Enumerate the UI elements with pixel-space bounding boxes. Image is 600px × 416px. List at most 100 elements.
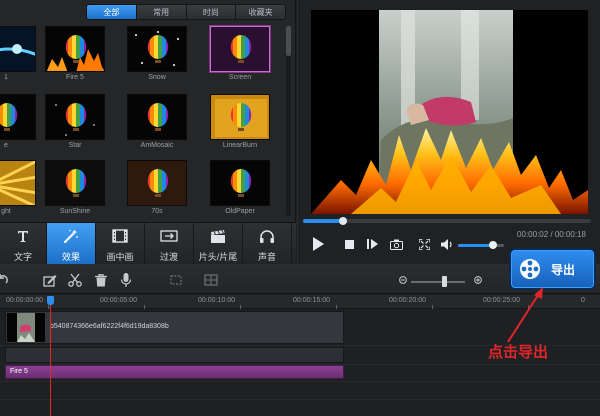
progress-fill — [303, 219, 344, 223]
playhead-line[interactable] — [50, 303, 51, 416]
undo-icon — [0, 274, 8, 284]
tab-pip[interactable]: 画中画 — [96, 223, 145, 264]
edit-icon — [43, 275, 57, 287]
next-frame-icon — [366, 239, 378, 249]
effect-thumbnail[interactable] — [45, 160, 105, 206]
tab-text-label: 文字 — [13, 252, 32, 262]
annotation-arrow — [507, 287, 543, 343]
trash-icon — [95, 273, 107, 286]
effect-thumbnail[interactable] — [127, 26, 187, 72]
fullscreen-icon — [418, 238, 430, 250]
record-voice-button[interactable] — [118, 272, 134, 288]
zoom-slider[interactable] — [411, 276, 465, 287]
effects-panel: 全部 常用 时尚 收藏夹 1 Fire 5 Snow Screen e Star AmMos… — [0, 0, 296, 222]
export-button[interactable]: 导出 — [509, 248, 596, 290]
volume-slider[interactable] — [458, 241, 504, 249]
zoom-out-button[interactable] — [395, 272, 411, 288]
effect-filter-tabs: 全部 常用 时尚 收藏夹 — [86, 4, 286, 20]
effect-thumbnail-label: LinearBurn — [222, 142, 258, 149]
clip-name: b540874366e6af6222f4f6d19da8308b — [50, 323, 169, 330]
time-readout: 00:00:02 / 00:00:18 — [517, 230, 586, 239]
tab-audio[interactable]: 声音 — [243, 223, 292, 264]
delete-button[interactable] — [93, 272, 109, 288]
filter-tab-all[interactable]: 全部 — [87, 5, 137, 19]
effect-thumbnail[interactable] — [210, 160, 270, 206]
zoom-out-icon — [399, 276, 407, 284]
crop-icon — [170, 275, 182, 285]
undo-button[interactable] — [0, 272, 10, 288]
ruler-label: 00:00:20:00 — [389, 297, 426, 304]
filter-tab-favorites[interactable]: 收藏夹 — [236, 5, 285, 19]
tab-effects-label: 效果 — [61, 252, 80, 262]
ruler-label: 0 — [581, 297, 585, 304]
camera-icon — [389, 239, 403, 250]
zoom-handle[interactable] — [442, 276, 448, 287]
video-clip[interactable]: b540874366e6af6222f4f6d19da8308b — [5, 311, 344, 344]
transition-icon — [145, 228, 193, 244]
effect-thumbnail[interactable] — [210, 94, 270, 140]
effect-thumbnail[interactable] — [127, 94, 187, 140]
ruler-label: 00:00:10:00 — [198, 297, 235, 304]
text-icon — [0, 228, 46, 244]
volume-button[interactable] — [440, 236, 454, 252]
video-preview[interactable] — [311, 10, 588, 214]
tab-pip-label: 画中画 — [106, 252, 134, 262]
audio-track[interactable] — [5, 347, 344, 363]
stop-button[interactable] — [342, 236, 356, 252]
crop-button[interactable] — [168, 272, 184, 288]
tab-transition[interactable]: 过渡 — [145, 223, 194, 264]
play-button[interactable] — [310, 236, 326, 252]
effect-thumbnail-label: Star — [68, 142, 82, 149]
effect-thumbnail[interactable] — [45, 94, 105, 140]
effect-thumbnail[interactable] — [0, 160, 36, 206]
effect-thumbnail[interactable] — [0, 94, 36, 140]
film-strip-icon — [96, 228, 144, 244]
effect-thumbnail-label: Screen — [228, 74, 252, 81]
effect-thumbnail[interactable] — [210, 26, 270, 72]
tab-audio-label: 声音 — [257, 252, 276, 262]
microphone-icon — [121, 273, 131, 287]
tab-text[interactable]: 文字 — [0, 223, 47, 264]
tab-intro-outro[interactable]: 片头/片尾 — [194, 223, 243, 264]
effect-thumbnail-label: SunShine — [59, 208, 91, 215]
headphones-icon — [243, 228, 291, 244]
speaker-icon — [440, 238, 452, 250]
tool-tabs: 文字 效果 画中画 过渡 片头/片尾 声音 — [0, 222, 296, 264]
effect-thumbnail[interactable] — [0, 26, 36, 72]
effect-clip-name: Fire 5 — [10, 368, 28, 375]
effects-scrollbar[interactable] — [286, 26, 291, 216]
tab-effects[interactable]: 效果 — [47, 223, 96, 264]
clapper-icon — [194, 228, 242, 244]
tab-transition-label: 过渡 — [159, 252, 178, 262]
film-reel-icon — [520, 259, 540, 279]
effect-clip[interactable]: Fire 5 — [5, 365, 344, 379]
effect-thumbnail-label: Snow — [148, 74, 166, 81]
scrollbar-thumb[interactable] — [286, 26, 291, 56]
progress-handle[interactable] — [339, 217, 348, 225]
effect-thumbnail-label: Fire 5 — [66, 74, 84, 81]
clip-thumbnail — [7, 313, 45, 342]
effect-thumbnail[interactable] — [45, 26, 105, 72]
edit-button[interactable] — [42, 272, 58, 288]
scissors-icon — [68, 273, 82, 287]
effect-thumbnail[interactable] — [127, 160, 187, 206]
effect-thumbnail-label: OldPaper — [225, 208, 255, 215]
ruler-label: 00:00:05:00 — [100, 297, 137, 304]
zoom-in-button[interactable] — [470, 272, 486, 288]
playback-progress-bar[interactable] — [303, 217, 591, 225]
snapshot-button[interactable] — [388, 236, 404, 252]
annotation-text: 点击导出 — [488, 344, 549, 361]
mosaic-icon — [204, 274, 218, 286]
filter-tab-common[interactable]: 常用 — [136, 5, 187, 19]
fullscreen-button[interactable] — [416, 236, 432, 252]
play-icon — [313, 237, 324, 251]
filter-tab-fashion[interactable]: 时尚 — [186, 5, 237, 19]
mosaic-button[interactable] — [203, 272, 219, 288]
playhead-handle[interactable] — [47, 296, 54, 305]
effect-thumbnail-label: AmMosaic — [140, 142, 174, 149]
volume-fill — [458, 244, 493, 247]
volume-handle[interactable] — [488, 241, 497, 249]
cut-button[interactable] — [67, 272, 83, 288]
next-frame-button[interactable] — [364, 236, 380, 252]
export-label: 导出 — [551, 262, 576, 277]
